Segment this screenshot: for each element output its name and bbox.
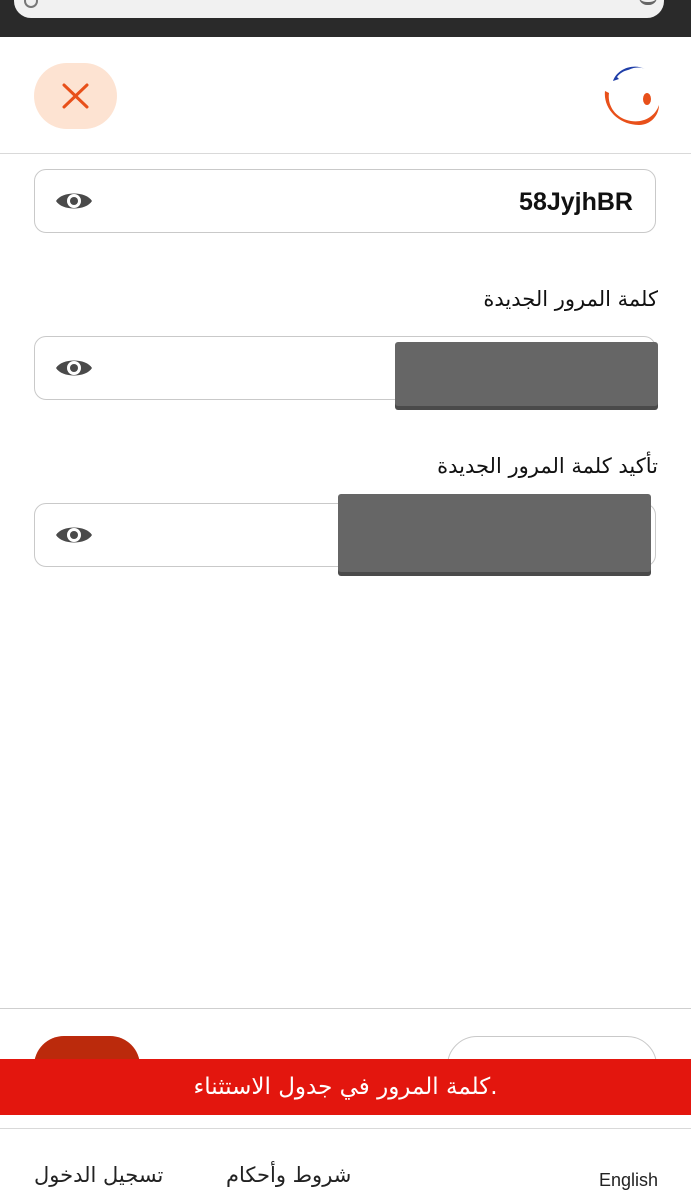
- error-toast: .كلمة المرور في جدول الاستثناء: [0, 1059, 691, 1115]
- redaction-block: [395, 342, 658, 406]
- show-current-password-button[interactable]: [53, 187, 95, 217]
- show-confirm-password-button[interactable]: [53, 521, 95, 551]
- close-icon: [62, 83, 89, 109]
- current-password-field[interactable]: 58JyjhBR: [34, 169, 656, 233]
- eye-icon: [56, 360, 92, 376]
- browser-toolbar: [0, 0, 691, 37]
- login-link[interactable]: تسجيل الدخول: [34, 1163, 163, 1187]
- language-english-link[interactable]: English: [599, 1170, 658, 1191]
- terms-link[interactable]: شروط وأحكام: [226, 1163, 351, 1187]
- brand-logo-icon: [604, 66, 659, 125]
- close-button[interactable]: [34, 63, 117, 129]
- show-new-password-button[interactable]: [53, 354, 95, 384]
- eye-icon: [56, 193, 92, 209]
- confirm-password-label: تأكيد كلمة المرور الجديدة: [437, 454, 658, 478]
- browser-address-bar[interactable]: [14, 0, 664, 18]
- current-password-value: 58JyjhBR: [519, 188, 633, 216]
- eye-icon: [56, 527, 92, 543]
- divider: [0, 1008, 691, 1009]
- redaction-block: [338, 494, 651, 572]
- new-password-label: كلمة المرور الجديدة: [483, 287, 658, 311]
- divider: [0, 1128, 691, 1129]
- app-header: [0, 37, 691, 154]
